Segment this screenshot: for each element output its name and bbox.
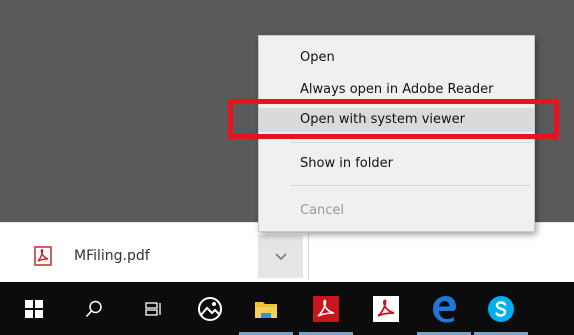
windows-start-icon — [25, 299, 43, 318]
acrobat-reader-button[interactable] — [355, 282, 417, 335]
menu-item-open[interactable]: Open — [259, 46, 534, 70]
acrobat-button[interactable] — [295, 282, 357, 335]
skype-icon — [488, 295, 514, 322]
photos-icon — [198, 296, 222, 321]
download-item[interactable]: MFiling.pdf — [34, 241, 150, 271]
download-bar-divider — [308, 233, 309, 279]
chevron-down-icon — [274, 252, 287, 260]
edge-browser-button[interactable] — [413, 282, 475, 335]
skype-button[interactable] — [470, 282, 532, 335]
photos-app-button[interactable] — [179, 282, 241, 335]
acrobat-icon — [313, 295, 339, 322]
task-view-button[interactable] — [123, 282, 185, 335]
file-explorer-icon — [255, 301, 277, 318]
file-explorer-button[interactable] — [235, 282, 297, 335]
acrobat-reader-icon — [373, 295, 399, 322]
download-menu-button[interactable] — [258, 235, 303, 278]
start-button[interactable] — [3, 282, 65, 335]
search-icon — [85, 300, 102, 317]
download-filename: MFiling.pdf — [74, 248, 150, 264]
menu-item-cancel: Cancel — [300, 203, 345, 218]
task-view-icon — [145, 301, 161, 316]
edge-icon — [433, 295, 456, 322]
taskbar — [0, 282, 574, 335]
search-button[interactable] — [63, 282, 125, 335]
menu-separator — [291, 142, 531, 143]
menu-item-show-in-folder[interactable]: Show in folder — [259, 152, 534, 176]
pdf-file-icon — [34, 246, 52, 266]
menu-separator — [291, 185, 531, 186]
highlight-annotation-box — [228, 99, 559, 139]
